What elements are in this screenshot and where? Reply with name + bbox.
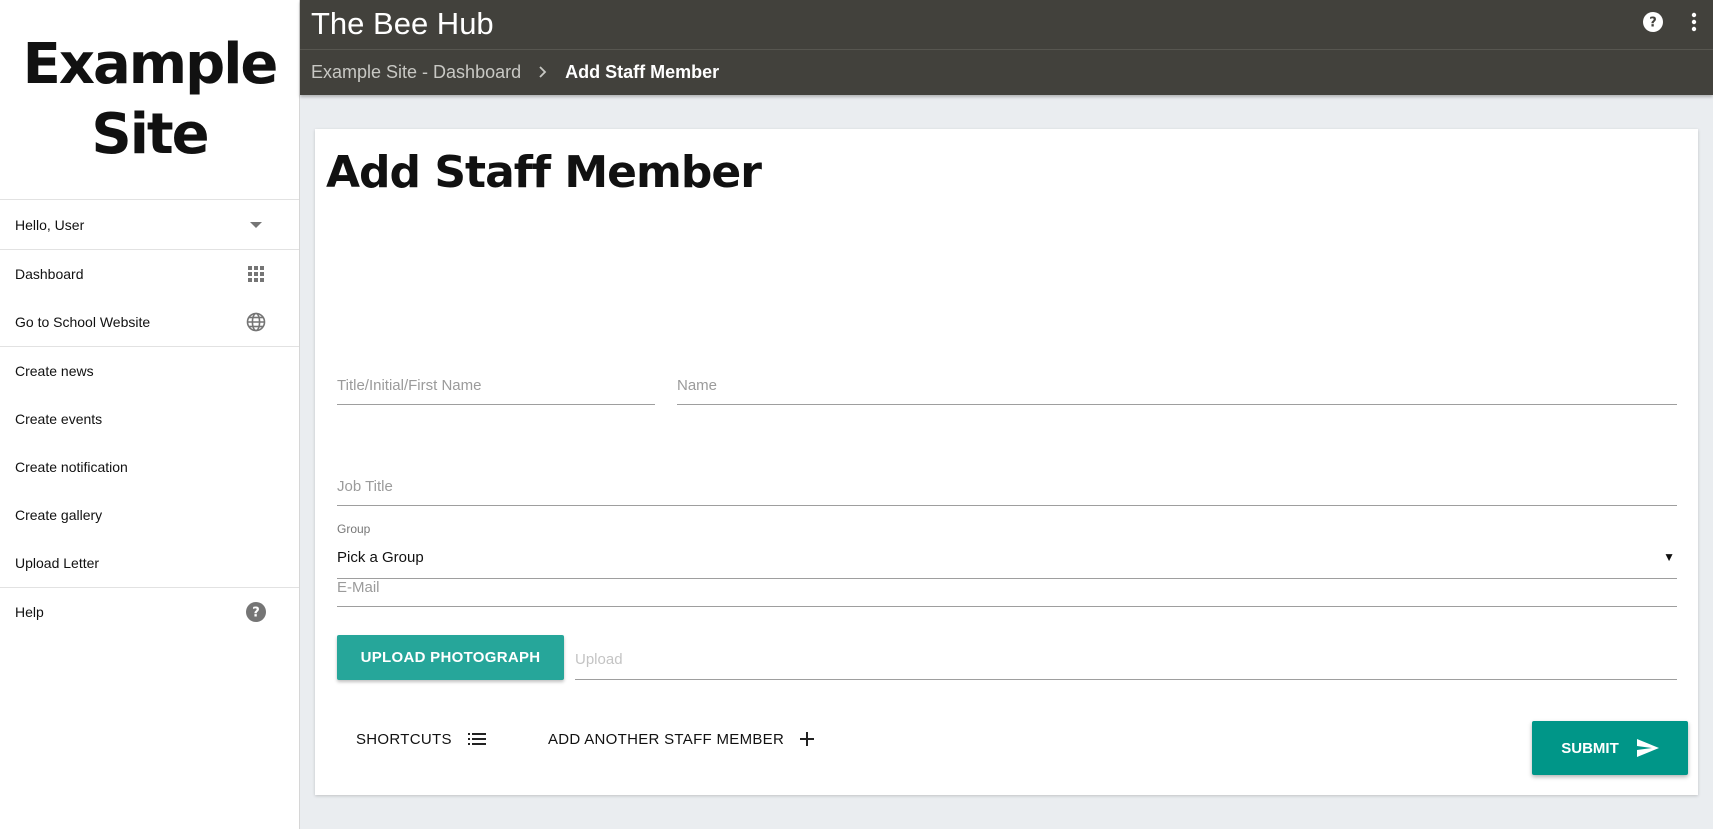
site-logo: Example Site: [0, 0, 299, 200]
sidebar-item-create-news[interactable]: Create news: [0, 347, 299, 395]
add-another-label: ADD ANOTHER STAFF MEMBER: [548, 730, 785, 748]
breadcrumb-current: Add Staff Member: [565, 61, 720, 82]
name-field: [677, 357, 1677, 405]
sidebar-item-label: Create gallery: [15, 507, 103, 523]
breadcrumb: Example Site - Dashboard Add Staff Membe…: [300, 50, 1713, 94]
breadcrumb-dashboard-link[interactable]: Example Site - Dashboard: [311, 62, 521, 83]
sidebar-item-upload-letter[interactable]: Upload Letter: [0, 539, 299, 587]
submit-button[interactable]: SUBMIT: [1532, 721, 1688, 775]
user-menu[interactable]: Hello, User: [0, 200, 299, 249]
group-select[interactable]: Pick a Group ▼: [337, 536, 1677, 579]
sidebar-item-label: Upload Letter: [15, 555, 100, 571]
sidebar-item-label: Go to School Website: [15, 314, 151, 330]
svg-text:?: ?: [1649, 16, 1657, 31]
more-vert-icon[interactable]: [1691, 12, 1697, 32]
globe-icon: [245, 311, 267, 333]
first-name-input[interactable]: [337, 357, 655, 403]
add-another-staff-button[interactable]: ADD ANOTHER STAFF MEMBER: [548, 719, 815, 759]
upload-path-field: [575, 632, 1677, 680]
sidebar-item-label: Create notification: [15, 459, 128, 475]
sidebar-item-help[interactable]: Help ?: [0, 588, 299, 636]
sidebar-item-create-events[interactable]: Create events: [0, 395, 299, 443]
shortcuts-button[interactable]: SHORTCUTS: [356, 719, 486, 759]
app-title: The Bee Hub: [311, 6, 494, 41]
chevron-right-icon: [539, 66, 547, 78]
page-title: Add Staff Member: [326, 147, 762, 198]
sidebar: Example Site Hello, User Dashboard Go to …: [0, 0, 300, 829]
add-staff-card: Add Staff Member Group Pick a Group ▼ UP…: [315, 129, 1698, 795]
first-name-field: [337, 357, 655, 405]
shortcuts-label: SHORTCUTS: [356, 730, 452, 748]
name-input[interactable]: [677, 357, 1677, 403]
svg-text:?: ?: [252, 606, 260, 621]
sidebar-item-dashboard[interactable]: Dashboard: [0, 250, 299, 298]
sidebar-item-label: Create events: [15, 411, 103, 427]
list-icon: [467, 733, 486, 745]
plus-icon: [800, 732, 815, 746]
submit-label: SUBMIT: [1561, 739, 1619, 757]
group-label: Group: [337, 522, 371, 536]
job-title-field: [337, 458, 1677, 506]
top-app-bar: The Bee Hub ? Example Site - Dashboard A…: [300, 0, 1713, 95]
grid-icon: [245, 263, 267, 285]
sidebar-item-label: Dashboard: [15, 266, 84, 282]
caret-down-icon: [245, 214, 267, 236]
sidebar-item-label: Create news: [15, 363, 94, 379]
group-selected-value: Pick a Group: [337, 548, 424, 566]
send-icon: [1636, 739, 1659, 757]
sidebar-item-label: Help: [15, 604, 44, 620]
sidebar-item-create-gallery[interactable]: Create gallery: [0, 491, 299, 539]
site-title-line2: Site: [91, 101, 209, 167]
user-greeting: Hello, User: [15, 216, 85, 233]
site-title-line1: Example: [22, 31, 279, 97]
upload-path-input[interactable]: [575, 632, 1677, 678]
sidebar-item-create-notification[interactable]: Create notification: [0, 443, 299, 491]
job-title-input[interactable]: [337, 458, 1677, 504]
sidebar-item-school-website[interactable]: Go to School Website: [0, 298, 299, 346]
upload-photograph-button[interactable]: UPLOAD PHOTOGRAPH: [337, 635, 564, 680]
help-circle-icon: ?: [245, 601, 267, 623]
help-icon[interactable]: ?: [1643, 12, 1663, 32]
dropdown-arrow-icon: ▼: [1663, 550, 1675, 564]
